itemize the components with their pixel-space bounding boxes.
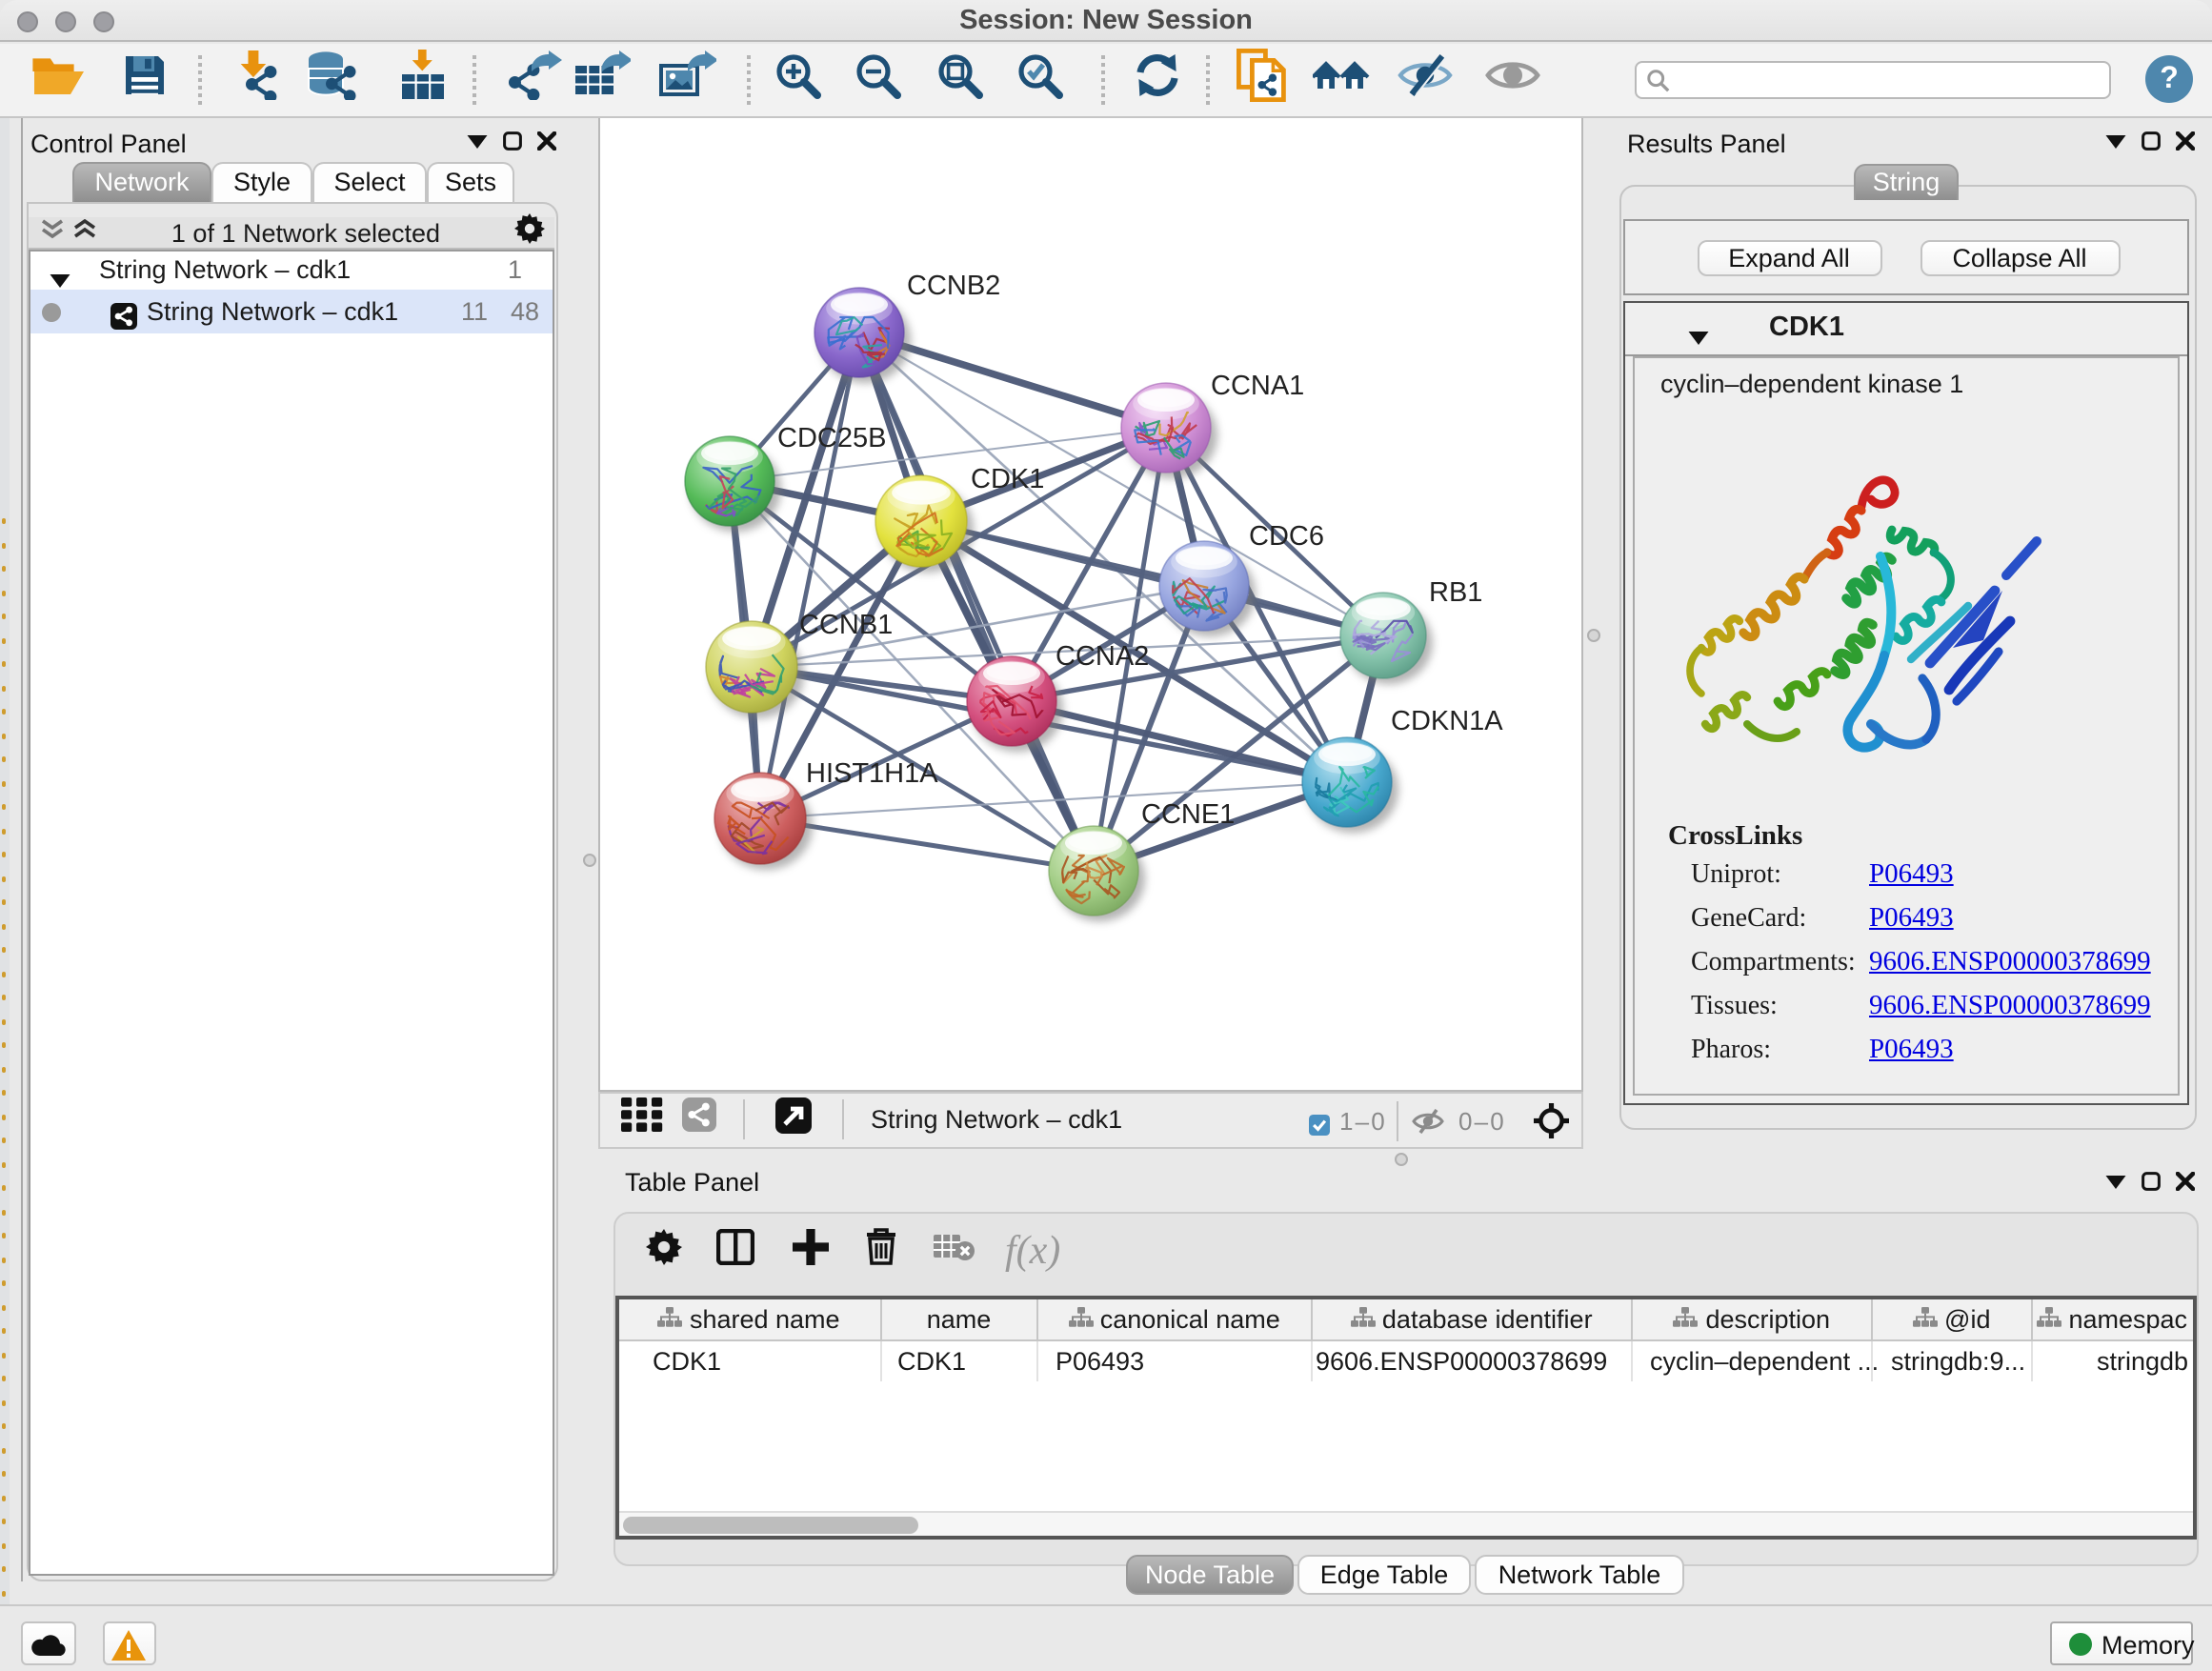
svg-text:CDKN1A: CDKN1A (1391, 706, 1503, 736)
svg-text:HIST1H1A: HIST1H1A (806, 758, 938, 789)
svg-text:CCNA1: CCNA1 (1211, 371, 1304, 401)
svg-text:CCNB2: CCNB2 (907, 271, 1000, 301)
svg-text:CDC6: CDC6 (1249, 521, 1324, 552)
svg-text:RB1: RB1 (1429, 577, 1482, 608)
svg-text:CDK1: CDK1 (971, 464, 1044, 494)
svg-text:CCNA2: CCNA2 (1056, 641, 1149, 672)
svg-text:CDC25B: CDC25B (777, 423, 886, 453)
svg-text:CCNE1: CCNE1 (1141, 799, 1235, 830)
svg-text:CCNB1: CCNB1 (799, 610, 893, 640)
